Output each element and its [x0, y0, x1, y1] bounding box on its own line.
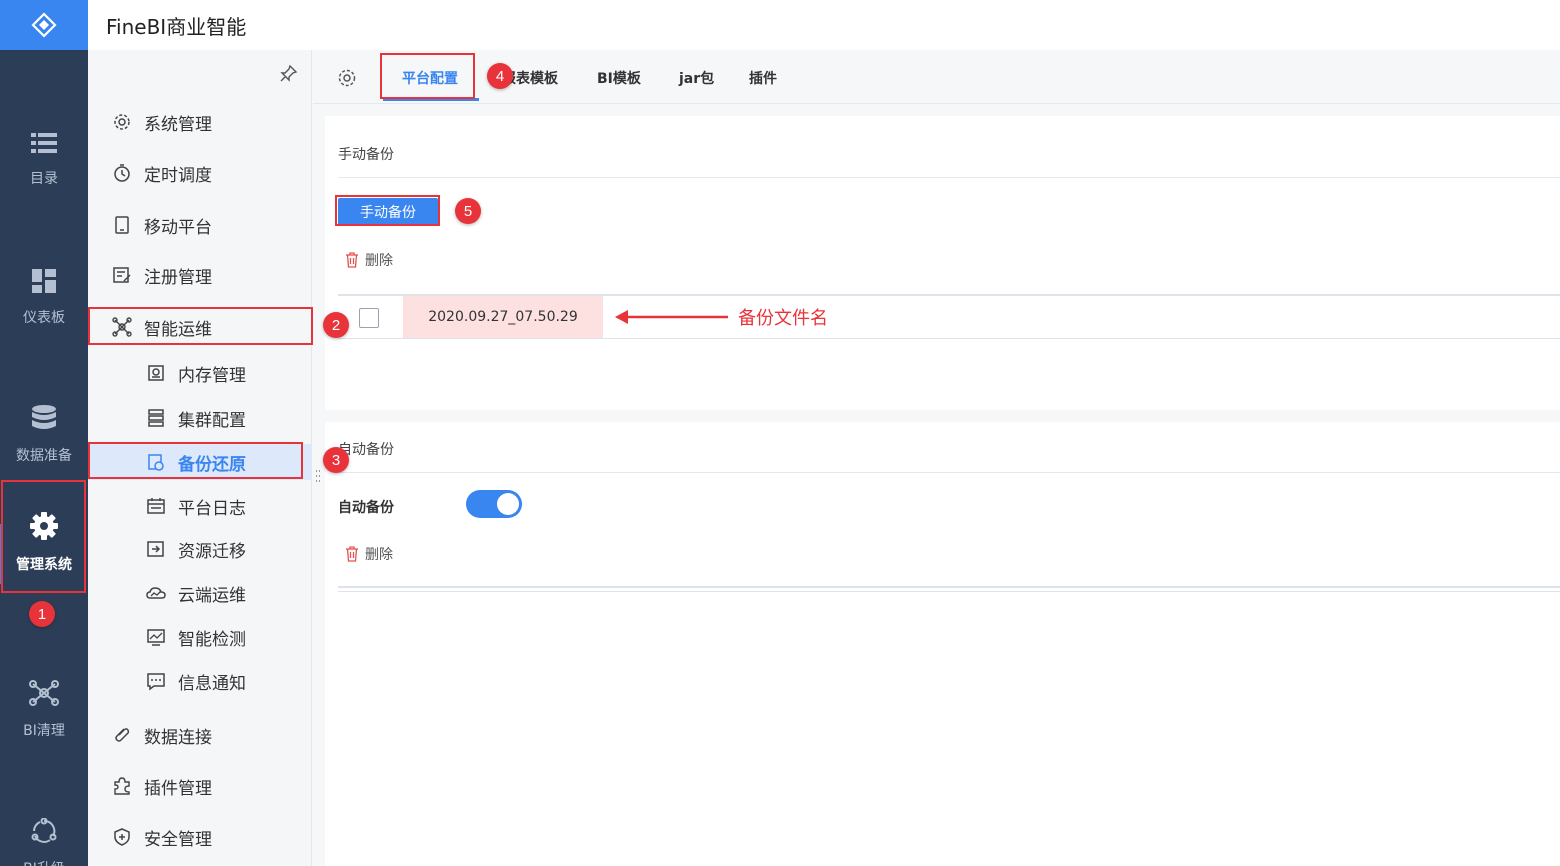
highlight-backup-restore: [88, 442, 303, 479]
menu-item-security[interactable]: 安全管理: [88, 819, 312, 855]
trash-icon: [346, 252, 358, 268]
menu-item-label: 定时调度: [144, 165, 212, 186]
menu-item-smart-detect[interactable]: 智能检测: [88, 619, 312, 655]
splitter-handle-icon[interactable]: [316, 470, 320, 486]
rail-item-label: BI清理: [23, 723, 65, 739]
memory-icon: [148, 365, 164, 381]
auto-backup-label: 自动备份: [338, 500, 394, 516]
step-marker-3: 3: [323, 447, 349, 473]
rail-item-bi-clean[interactable]: BI清理: [0, 655, 88, 765]
rail-item-catalog[interactable]: 目录: [0, 105, 88, 215]
finebi-logo-icon: [31, 12, 57, 38]
divider: [338, 472, 1560, 473]
arrow-left-icon: [615, 310, 728, 324]
rail-item-data-prep[interactable]: 数据准备: [0, 380, 88, 490]
migrate-icon: [147, 541, 164, 557]
manual-backup-title: 手动备份: [338, 147, 394, 163]
tab-jar[interactable]: jar包: [679, 68, 714, 88]
menu-item-label: 注册管理: [144, 267, 212, 288]
cluster-icon: [148, 409, 164, 427]
step-marker-2: 2: [323, 312, 349, 338]
menu-item-data-connect[interactable]: 数据连接: [88, 717, 312, 753]
backup-row-checkbox[interactable]: [359, 308, 379, 328]
menu-item-system[interactable]: 系统管理: [88, 104, 312, 140]
rail-item-label: BI升级: [23, 858, 65, 866]
delete-label: 删除: [365, 253, 393, 269]
manual-delete-button[interactable]: 删除: [345, 250, 393, 270]
step-marker-1: 1: [29, 601, 55, 627]
menu-item-mobile[interactable]: 移动平台: [88, 207, 312, 243]
settings-gear-icon[interactable]: [337, 68, 357, 88]
network-icon: [29, 680, 59, 706]
log-icon: [147, 498, 165, 514]
menu-item-schedule[interactable]: 定时调度: [88, 155, 312, 191]
menu-item-register[interactable]: 注册管理: [88, 257, 312, 293]
table-top-border: [338, 586, 1560, 588]
menu-item-plugins[interactable]: 插件管理: [88, 768, 312, 804]
tab-plugin[interactable]: 插件: [749, 68, 777, 88]
menu-item-migrate[interactable]: 资源迁移: [88, 531, 312, 567]
menu-item-label: 信息通知: [178, 673, 246, 694]
toggle-knob: [497, 493, 519, 515]
manual-backup-card: 手动备份 手动备份 删除 2020.09.27_07.50.29: [325, 116, 1560, 410]
menu-item-label: 插件管理: [144, 778, 212, 799]
highlight-platform-tab: [380, 53, 475, 99]
menu-item-label: 移动平台: [144, 217, 212, 238]
cloud-icon: [146, 587, 166, 599]
register-icon: [113, 267, 131, 283]
menu-item-label: 安全管理: [144, 829, 212, 850]
highlight-manual-backup: [335, 195, 440, 226]
step-marker-5: 5: [455, 198, 481, 224]
auto-delete-button[interactable]: 删除: [345, 544, 393, 564]
menu-item-label: 数据连接: [144, 727, 212, 748]
menu-item-cluster[interactable]: 集群配置: [88, 400, 312, 436]
menu-item-label: 集群配置: [178, 410, 246, 431]
menu-item-label: 系统管理: [144, 114, 212, 135]
table-bottom-border: [338, 338, 1560, 339]
menu-item-label: 资源迁移: [178, 541, 246, 562]
gear-icon: [114, 114, 130, 130]
menu-item-log[interactable]: 平台日志: [88, 488, 312, 524]
link-icon: [115, 728, 130, 742]
menu-item-label: 平台日志: [178, 498, 246, 519]
menu-item-label: 内存管理: [178, 365, 246, 386]
app-title: FineBI商业智能: [106, 14, 247, 39]
menu-item-label: 智能检测: [178, 629, 246, 650]
app-header: FineBI商业智能: [88, 0, 1560, 50]
timer-icon: [114, 164, 130, 182]
rail-item-label: 数据准备: [16, 448, 72, 464]
auto-backup-toggle[interactable]: [466, 490, 522, 518]
backup-file-name: 2020.09.27_07.50.29: [403, 296, 603, 338]
monitor-icon: [147, 629, 165, 646]
list-icon: [31, 133, 57, 153]
plugin-icon: [114, 777, 130, 795]
trash-icon: [346, 546, 358, 562]
menu-item-label: 云端运维: [178, 585, 246, 606]
tab-bi-template[interactable]: BI模板: [597, 68, 641, 88]
rail-item-label: 目录: [30, 171, 58, 187]
menu-item-cloud-ops[interactable]: 云端运维: [88, 575, 312, 611]
divider: [338, 177, 1560, 178]
shield-icon: [114, 828, 130, 846]
rail-item-bi-upgrade[interactable]: BI升级: [0, 793, 88, 866]
pin-icon[interactable]: [280, 64, 298, 82]
auto-backup-card: 自动备份 自动备份 删除: [325, 422, 1560, 866]
highlight-smart-ops: [88, 307, 313, 345]
arrow-label: 备份文件名: [738, 308, 828, 329]
rail-item-label: 仪表板: [23, 310, 65, 326]
dashboard-icon: [32, 269, 56, 293]
delete-label: 删除: [365, 547, 393, 563]
table-bottom-border: [338, 591, 1560, 592]
highlight-admin-rail: [1, 480, 86, 593]
cycle-icon: [31, 818, 57, 843]
rail-item-dashboard[interactable]: 仪表板: [0, 243, 88, 353]
logo[interactable]: [0, 0, 88, 50]
database-icon: [32, 405, 56, 429]
tablet-icon: [115, 216, 129, 234]
menu-item-memory[interactable]: 内存管理: [88, 355, 312, 391]
message-icon: [147, 673, 165, 691]
menu-item-notify[interactable]: 信息通知: [88, 663, 312, 699]
step-marker-4: 4: [487, 63, 513, 89]
left-rail: 目录 仪表板 数据准备 管理系统 BI清理: [0, 0, 88, 866]
